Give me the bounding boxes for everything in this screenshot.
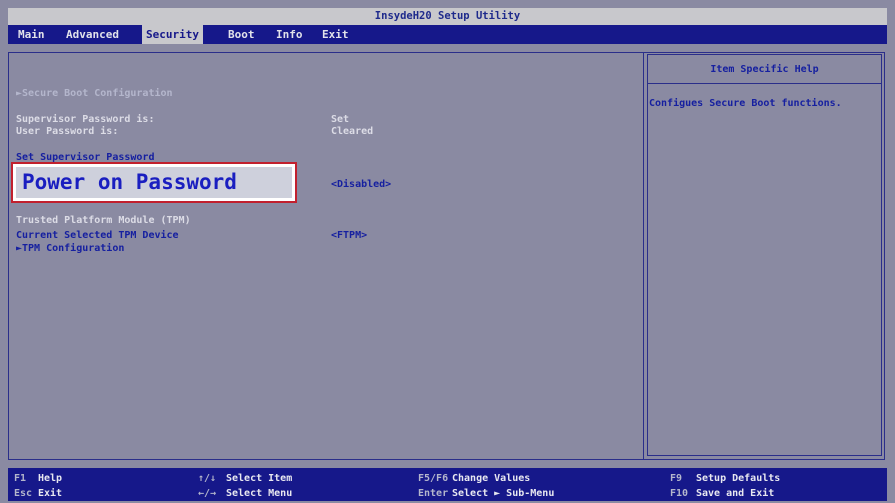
user-password-label: User Password is: [16, 126, 119, 137]
secure-boot-configuration-item[interactable]: ►Secure Boot Configuration [16, 88, 173, 99]
f10-key: F10 [670, 488, 689, 499]
power-on-password-item[interactable]: Power on Password [16, 167, 292, 198]
current-tpm-device-value[interactable]: <FTPM> [331, 230, 367, 241]
tpm-heading: Trusted Platform Module (TPM) [16, 215, 191, 226]
footer-bar: F1 Help Esc Exit ↑/↓ Select Item ←/→ Sel… [8, 468, 887, 501]
power-on-password-value[interactable]: <Disabled> [331, 179, 391, 190]
esc-key: Esc [14, 488, 33, 499]
help-title: Item Specific Help [710, 64, 819, 75]
help-text: Configues Secure Boot functions. [649, 98, 842, 109]
supervisor-password-label: Supervisor Password is: [16, 114, 155, 125]
f1-help-label: Help [38, 473, 63, 484]
menu-main[interactable]: Main [14, 25, 49, 44]
current-tpm-device-item[interactable]: Current Selected TPM Device [16, 230, 179, 241]
enter-key: Enter [418, 488, 449, 499]
setup-defaults-label: Setup Defaults [696, 473, 781, 484]
change-values-label: Change Values [452, 473, 531, 484]
tpm-configuration-item[interactable]: ►TPM Configuration [16, 243, 124, 254]
f9-key: F9 [670, 473, 683, 484]
menu-exit[interactable]: Exit [318, 25, 353, 44]
save-and-exit-label: Save and Exit [696, 488, 775, 499]
left-right-key: ←/→ [198, 488, 217, 499]
esc-exit-label: Exit [38, 488, 63, 499]
power-on-password-highlight[interactable]: Power on Password [11, 162, 297, 203]
supervisor-password-status: Set [331, 114, 350, 125]
user-password-status: Cleared [331, 126, 374, 137]
select-menu-label: Select Menu [226, 488, 293, 499]
menu-boot[interactable]: Boot [224, 25, 259, 44]
menu-advanced[interactable]: Advanced [62, 25, 123, 44]
select-submenu-label: Select ► Sub-Menu [452, 488, 555, 499]
select-item-label: Select Item [226, 473, 293, 484]
help-header-divider [647, 83, 882, 84]
f1-key: F1 [14, 473, 27, 484]
panel-divider [643, 53, 644, 459]
menu-security[interactable]: Security [142, 25, 203, 44]
menu-info[interactable]: Info [272, 25, 307, 44]
help-panel [647, 54, 882, 456]
up-down-key: ↑/↓ [198, 473, 217, 484]
menu-bar: Main Advanced Security Boot Info Exit [8, 25, 887, 44]
window-title: InsydeH20 Setup Utility [8, 8, 887, 25]
f5-f6-key: F5/F6 [418, 473, 449, 484]
